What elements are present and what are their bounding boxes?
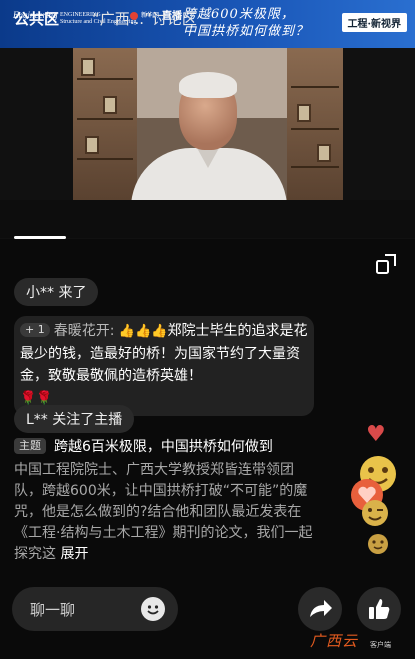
topic-badge: 主题	[14, 438, 46, 454]
watermark-logo: 广西云	[310, 632, 359, 650]
rose-emojis: 🌹🌹	[20, 391, 53, 406]
thumbs-up-icon	[369, 599, 390, 619]
tab-bar	[0, 200, 415, 238]
topic-card[interactable]: 主题 跨越6百米极限，中国拱桥如何做到 中国工程院院士、广西大学教授郑皆连带领团队…	[14, 437, 314, 565]
banner-tag: 工程·新视界	[341, 13, 407, 32]
expand-link[interactable]: 展开	[60, 546, 88, 562]
chat-message: + 1 春暖花开: 👍👍👍郑院士毕生的追求是花最少的钱，造最好的桥！为国家节约了大…	[14, 316, 314, 416]
screen-rotate-icon[interactable]	[375, 253, 397, 275]
join-notice: 小** 来了	[14, 278, 99, 306]
bookshelf-right	[287, 48, 343, 200]
bookshelf-left	[73, 48, 137, 200]
reaction-sticker-small	[368, 534, 388, 554]
reaction-sticker-wink	[362, 500, 388, 526]
comment-placeholder: 聊一聊	[30, 601, 76, 619]
share-button[interactable]	[298, 587, 342, 631]
share-arrow-icon	[310, 600, 332, 617]
banner-title: 跨越600米极限， 中国拱桥如何做到？	[183, 7, 310, 39]
topic-title: 跨越6百米极限，中国拱桥如何做到	[54, 439, 273, 455]
live-video[interactable]	[73, 48, 343, 200]
watermark-sub: 客户端	[370, 641, 391, 649]
follow-notice: L** 关注了主播	[14, 405, 135, 433]
like-button[interactable]	[357, 587, 401, 631]
smiley-icon[interactable]	[141, 597, 165, 621]
thumbs-up-emojis: 👍👍👍	[118, 324, 168, 339]
heart-icon: ♥	[366, 422, 386, 447]
tab-discussion-zone[interactable]: “广西...”讨论区	[92, 8, 197, 29]
tab-public-zone[interactable]: 公共区	[14, 8, 59, 29]
topic-body: 中国工程院院士、广西大学教授郑皆连带领团队，跨越600米，让中国拱桥打破“不可能…	[14, 462, 313, 562]
plus-one-badge[interactable]: + 1	[20, 323, 50, 337]
message-user: 春暖花开:	[53, 323, 115, 339]
